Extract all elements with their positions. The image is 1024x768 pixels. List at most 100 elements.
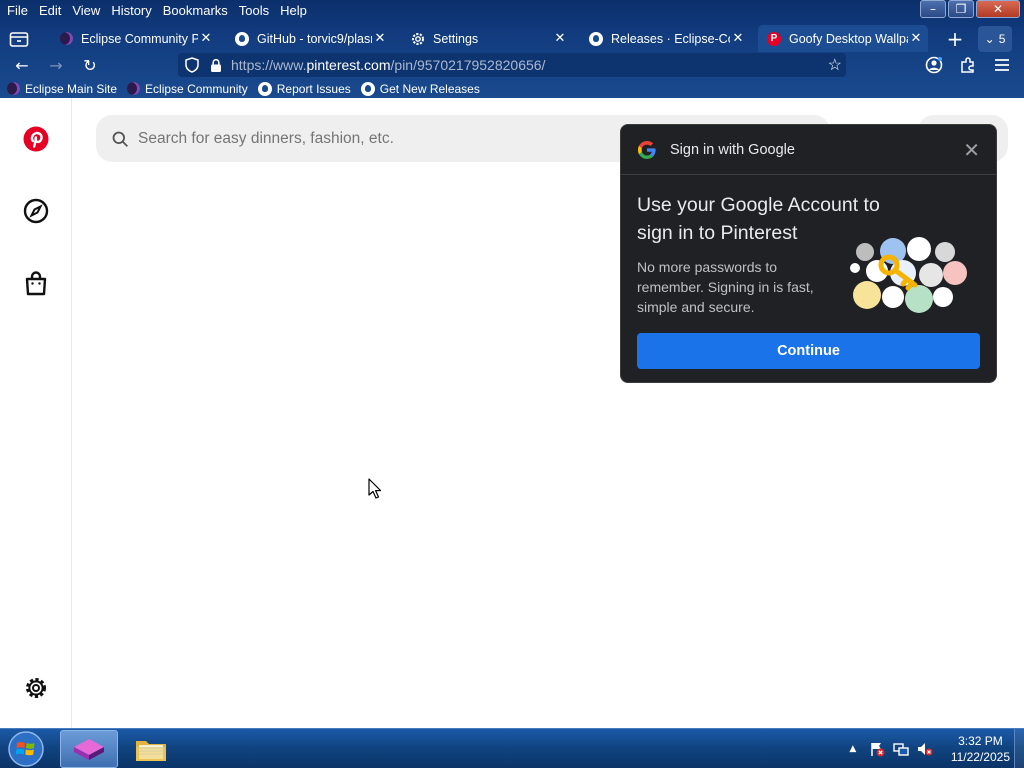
account-icon <box>925 56 943 74</box>
tab-label: GitHub - torvic9/plasm <box>257 31 372 46</box>
eclipse-icon <box>7 82 20 95</box>
bookmark-star-icon[interactable]: ☆ <box>828 55 842 75</box>
close-tab-icon[interactable]: ✕ <box>730 31 746 46</box>
bookmark-label: Eclipse Main Site <box>25 81 118 96</box>
tab-overview-icon <box>9 32 29 47</box>
close-tab-icon[interactable]: ✕ <box>908 31 924 46</box>
tab-strip: Eclipse Community Pr ✕ GitHub - torvic9/… <box>0 25 1024 52</box>
clock-date: 11/22/2025 <box>950 750 1010 764</box>
browser-chrome: File Edit View History Bookmarks Tools H… <box>0 0 1024 98</box>
close-tab-icon[interactable]: ✕ <box>552 31 568 46</box>
github-icon <box>234 31 250 47</box>
tray-expand-arrow-icon[interactable]: ▲ <box>843 739 863 759</box>
menu-history[interactable]: History <box>107 3 155 18</box>
google-signin-dialog: Sign in with Google ✕ Use your Google Ac… <box>620 124 997 383</box>
tab-releases[interactable]: Releases · Eclipse-Com ✕ <box>580 25 750 52</box>
continue-button[interactable]: Continue <box>637 333 980 369</box>
menu-view[interactable]: View <box>68 3 104 18</box>
pinterest-icon: P <box>766 31 782 47</box>
menu-bar: File Edit View History Bookmarks Tools H… <box>0 0 311 20</box>
bookmark-get-new-releases[interactable]: Get New Releases <box>360 81 480 96</box>
chevron-down-icon: ⌄ <box>984 32 995 46</box>
bookmark-eclipse-main-site[interactable]: Eclipse Main Site <box>7 82 117 96</box>
menu-help[interactable]: Help <box>276 3 311 18</box>
shopping-bag-icon[interactable] <box>22 269 50 297</box>
bookmark-eclipse-community[interactable]: Eclipse Community <box>127 82 248 96</box>
github-icon <box>360 81 375 96</box>
shield-icon[interactable] <box>182 57 202 73</box>
url-prefix: https://www. <box>231 57 307 73</box>
close-window-button[interactable]: ✕ <box>976 0 1020 18</box>
url-domain: pinterest.com <box>306 57 391 73</box>
puzzle-icon <box>961 57 974 73</box>
taskbar-eclipse-browser-button[interactable] <box>60 730 118 768</box>
menu-bookmarks[interactable]: Bookmarks <box>159 3 232 18</box>
volume-muted-icon[interactable] <box>915 739 935 759</box>
start-button[interactable] <box>4 730 48 768</box>
hamburger-menu-icon <box>995 59 1009 71</box>
show-desktop-button[interactable] <box>1014 729 1024 768</box>
bookmarks-toolbar: Eclipse Main Site Eclipse Community Repo… <box>0 79 483 98</box>
eclipse-app-icon <box>74 739 104 760</box>
tab-goofy-desktop-wallpaper[interactable]: P Goofy Desktop Wallpap ✕ <box>758 25 928 52</box>
gear-icon <box>410 31 426 47</box>
bookmark-label: Eclipse Community <box>145 81 248 96</box>
eclipse-icon <box>127 82 141 95</box>
eclipse-icon <box>58 31 74 47</box>
tab-settings[interactable]: Settings ✕ <box>402 25 572 52</box>
tab-label: Eclipse Community Pr <box>81 31 198 46</box>
tab-list-button[interactable]: ⌄ 5 <box>978 26 1012 52</box>
reload-button[interactable]: ↻ <box>78 53 102 77</box>
github-icon <box>588 31 604 47</box>
tab-overview-button[interactable] <box>4 26 34 52</box>
close-tab-icon[interactable]: ✕ <box>198 31 214 46</box>
app-menu-button[interactable] <box>990 53 1014 77</box>
settings-gear-icon[interactable] <box>22 674 50 702</box>
taskbar: ▲ 3:32 PM 11/22/2025 <box>0 728 1024 768</box>
google-dialog-header: Sign in with Google ✕ <box>621 125 996 175</box>
menu-edit[interactable]: Edit <box>35 3 65 18</box>
account-button[interactable] <box>922 53 946 77</box>
menu-file[interactable]: File <box>3 3 32 18</box>
bookmark-report-issues[interactable]: Report Issues <box>257 81 351 96</box>
github-icon <box>257 81 272 96</box>
clock-time: 3:32 PM <box>958 734 1003 748</box>
tab-github-torvic9[interactable]: GitHub - torvic9/plasm ✕ <box>226 25 392 52</box>
mouse-cursor-icon <box>368 478 382 499</box>
windows-orb-icon <box>8 731 44 767</box>
tab-label: Releases · Eclipse-Com <box>611 31 730 46</box>
search-icon <box>112 131 128 147</box>
window-controls: – ❐ ✕ <box>920 0 1020 18</box>
minimize-button[interactable]: – <box>920 0 946 18</box>
tab-eclipse-community[interactable]: Eclipse Community Pr ✕ <box>50 25 218 52</box>
maximize-button[interactable]: ❐ <box>948 0 974 18</box>
close-tab-icon[interactable]: ✕ <box>372 31 388 46</box>
network-icon[interactable] <box>891 739 911 759</box>
back-button[interactable]: ← <box>10 53 34 77</box>
bookmark-label: Get New Releases <box>379 81 480 96</box>
taskbar-file-explorer-button[interactable] <box>122 730 180 768</box>
passkey-illustration-icon <box>850 237 967 313</box>
extensions-button[interactable] <box>956 53 980 77</box>
compass-icon[interactable] <box>22 197 50 225</box>
bookmark-label: Report Issues <box>276 81 351 96</box>
url-path: /pin/9570217952820656/ <box>390 57 546 73</box>
lock-icon[interactable] <box>206 58 226 73</box>
new-tab-button[interactable]: + <box>940 26 970 52</box>
search-placeholder: Search for easy dinners, fashion, etc. <box>138 129 394 147</box>
folder-icon <box>136 741 166 761</box>
pinterest-sidebar <box>0 98 72 728</box>
address-bar[interactable]: https://www.pinterest.com/pin/9570217952… <box>178 53 846 77</box>
navigation-bar: ← → ↻ https://www.pinterest.com/pin/9570… <box>0 52 1024 78</box>
forward-button[interactable]: → <box>44 53 68 77</box>
close-icon[interactable]: ✕ <box>963 138 980 162</box>
pinterest-logo-icon[interactable] <box>22 125 50 153</box>
google-dialog-description: No more passwords to remember. Signing i… <box>637 259 814 315</box>
url-text[interactable]: https://www.pinterest.com/pin/9570217952… <box>231 57 545 73</box>
taskbar-clock[interactable]: 3:32 PM 11/22/2025 <box>951 733 1010 765</box>
system-tray: ▲ 3:32 PM 11/22/2025 <box>839 729 1010 768</box>
menu-tools[interactable]: Tools <box>235 3 273 18</box>
tab-label: Goofy Desktop Wallpap <box>789 31 908 46</box>
action-center-flag-icon[interactable] <box>867 739 887 759</box>
tab-label: Settings <box>433 31 479 46</box>
